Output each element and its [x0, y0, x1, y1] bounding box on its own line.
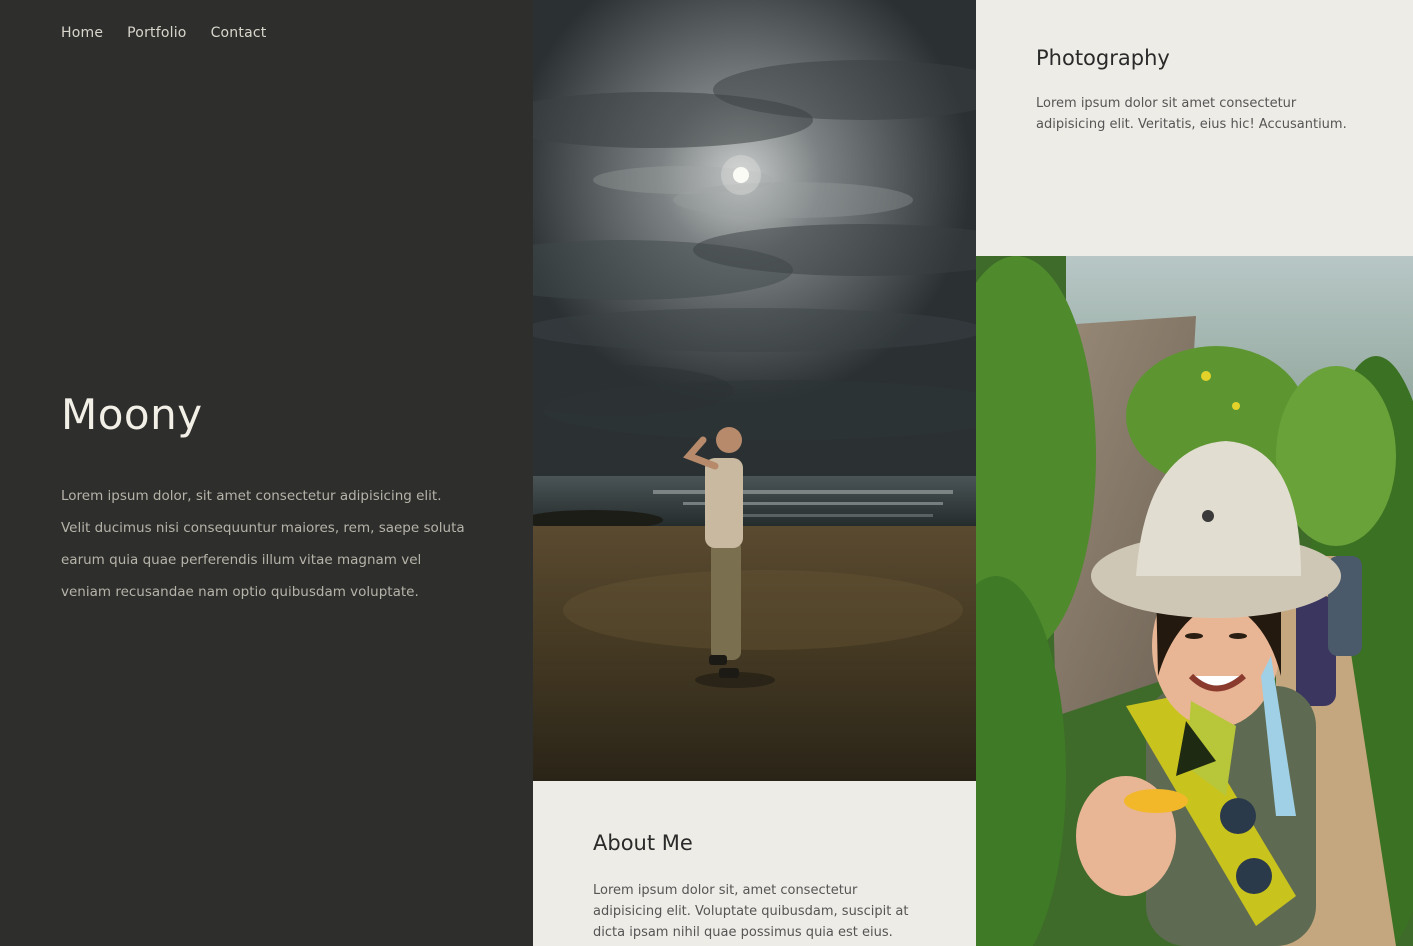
about-title: About Me [593, 831, 693, 855]
night-beach-image [533, 0, 976, 781]
night-beach-photo [533, 0, 976, 781]
garden-portrait-photo [976, 256, 1413, 946]
nav-contact-link[interactable]: Contact [211, 25, 267, 41]
page: Home Portfolio Contact Moony Lorem ipsum… [0, 0, 1413, 946]
about-description: Lorem ipsum dolor sit, amet consectetur … [593, 883, 909, 940]
photography-card: Photography Lorem ipsum dolor sit amet c… [976, 0, 1413, 256]
main-nav: Home Portfolio Contact [61, 25, 266, 41]
photography-title: Photography [1036, 46, 1170, 70]
hero-description: Lorem ipsum dolor, sit amet consectetur … [61, 488, 465, 600]
photography-description: Lorem ipsum dolor sit amet consectetur a… [1036, 96, 1347, 132]
about-me-card: About Me Lorem ipsum dolor sit, amet con… [533, 781, 976, 946]
hero-title: Moony [61, 390, 203, 439]
hero-panel: Home Portfolio Contact Moony Lorem ipsum… [0, 0, 533, 946]
garden-portrait-image [976, 256, 1413, 946]
nav-portfolio-link[interactable]: Portfolio [127, 25, 186, 41]
nav-home-link[interactable]: Home [61, 25, 103, 41]
